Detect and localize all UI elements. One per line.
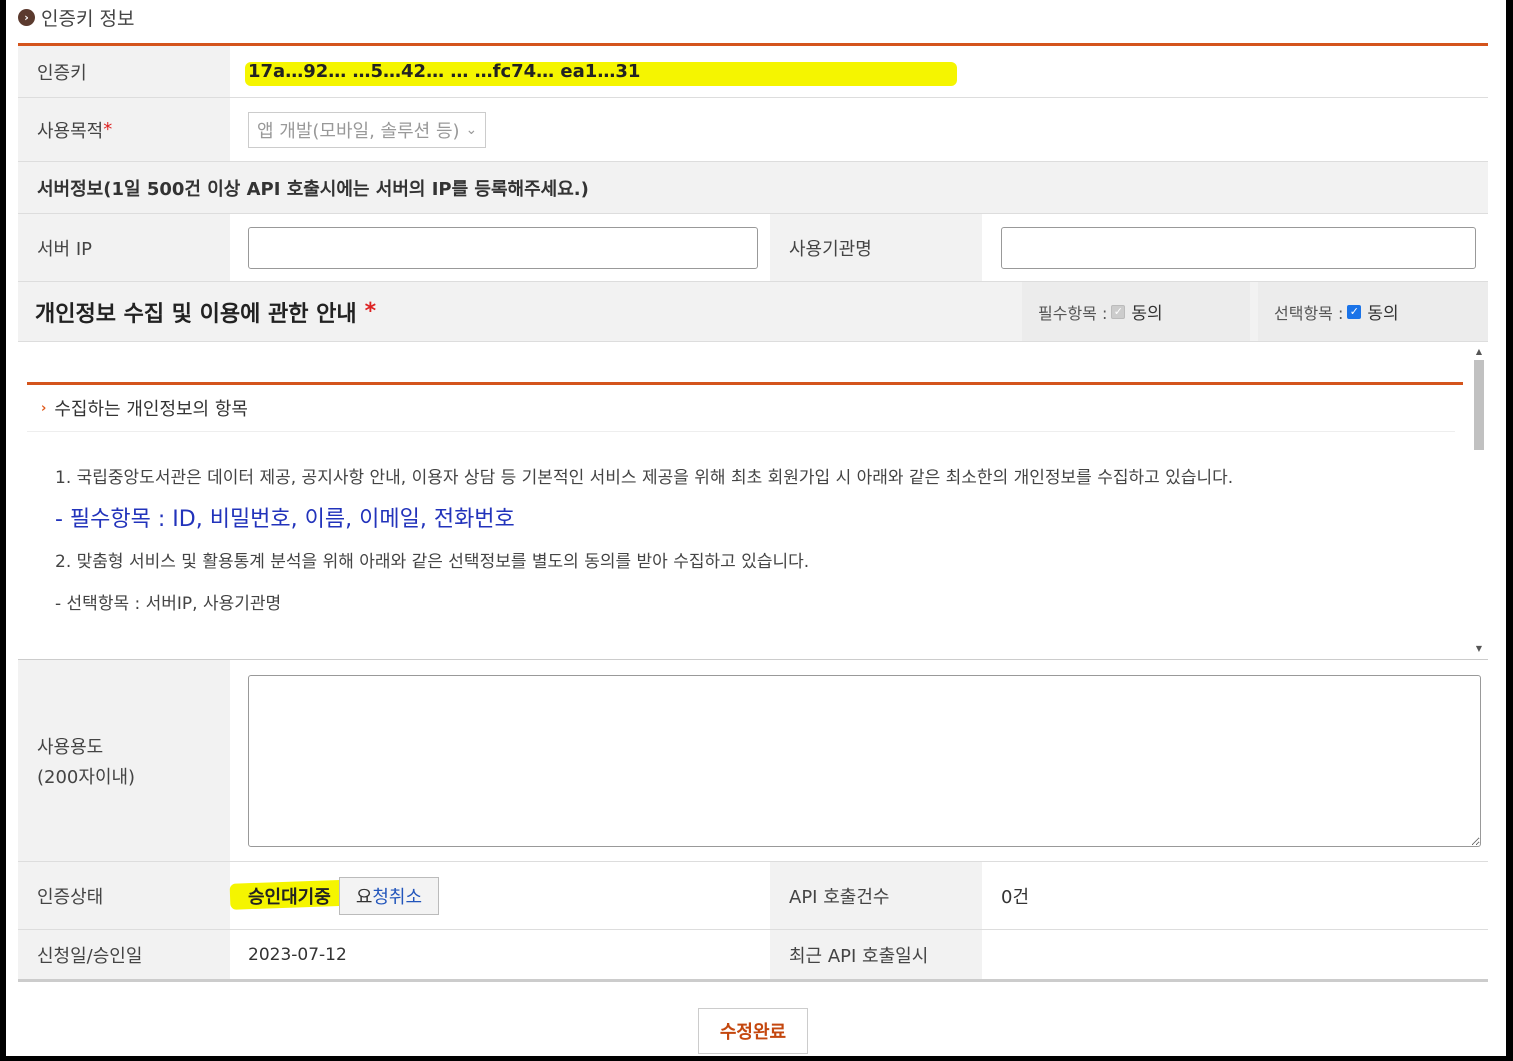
- usage-label-line1: 사용용도: [37, 736, 104, 758]
- required-agree-word: 동의: [1131, 304, 1163, 324]
- optional-agree-word: 동의: [1367, 304, 1399, 324]
- scroll-up-icon[interactable]: ▲: [1472, 346, 1486, 358]
- usage-row: 사용용도 (200자이내): [18, 660, 1488, 862]
- section-title: 인증키 정보: [41, 7, 135, 30]
- server-ip-row: 서버 IP 사용기관명: [18, 214, 1488, 282]
- scrollbar-thumb[interactable]: [1474, 360, 1484, 450]
- usage-label-line2: (200자이내): [37, 766, 136, 788]
- org-name-input[interactable]: [1001, 226, 1476, 269]
- api-count-label: API 호출건수: [770, 862, 982, 929]
- optional-agree-label: 선택항목 :: [1274, 303, 1344, 323]
- save-button[interactable]: 수정완료: [698, 1008, 808, 1054]
- auth-key-row: 인증키 17a…92… …5…42… … …fc74… ea1…31: [18, 46, 1488, 98]
- optional-agree-checkbox[interactable]: ✓: [1347, 304, 1362, 319]
- usage-label: 사용용도 (200자이내): [18, 660, 230, 861]
- privacy-content-box[interactable]: › 수집하는 개인정보의 항목 1. 국립중앙도서관은 데이터 제공, 공지사항…: [18, 342, 1488, 660]
- privacy-title: 개인정보 수집 및 이용에 관한 안내 *: [35, 282, 376, 341]
- org-name-label: 사용기관명: [770, 214, 982, 281]
- status-row: 인증상태 승인대기중 요 청취소 API 호출건수 0건: [18, 862, 1488, 930]
- optional-agree-group: 선택항목 : ✓ 동의: [1258, 282, 1488, 341]
- section-heading: › 인증키 정보: [18, 0, 134, 34]
- cancel-label-rest: 청취소: [372, 886, 423, 908]
- server-info-heading: 서버정보(1일 500건 이상 API 호출시에는 서버의 IP를 등록해주세요…: [37, 178, 589, 200]
- arrow-right-icon: ›: [41, 400, 47, 416]
- auth-key-value: 17a…92… …5…42… … …fc74… ea1…31: [248, 61, 641, 82]
- privacy-title-text: 개인정보 수집 및 이용에 관한 안내: [35, 301, 357, 327]
- purpose-selected-value: 앱 개발(모바일, 솔루션 등): [257, 120, 460, 142]
- privacy-line-required: - 필수항목 : ID, 비밀번호, 이름, 이메일, 전화번호: [55, 507, 515, 532]
- status-value: 승인대기중: [248, 886, 331, 908]
- recent-call-label: 최근 API 호출일시: [770, 930, 982, 979]
- privacy-subheading-text: 수집하는 개인정보의 항목: [54, 399, 248, 420]
- auth-key-form: 인증키 17a…92… …5…42… … …fc74… ea1…31 사용목적 *…: [18, 43, 1488, 982]
- privacy-line: 2. 맞춤형 서비스 및 활용통계 분석을 위해 아래와 같은 선택정보를 별도…: [55, 552, 810, 572]
- purpose-select[interactable]: 앱 개발(모바일, 솔루션 등) ⌄: [248, 111, 487, 148]
- scroll-down-icon[interactable]: ▼: [1472, 643, 1486, 655]
- required-agree-group: 필수항목 : ✓ 동의: [1022, 282, 1250, 341]
- divider: [27, 431, 1455, 432]
- privacy-line: - 선택항목 : 서버IP, 사용기관명: [55, 594, 282, 614]
- chevron-right-icon: ›: [18, 8, 35, 26]
- dates-row: 신청일/승인일 2023-07-12 최근 API 호출일시: [18, 930, 1488, 982]
- cancel-label-first: 요: [355, 886, 373, 908]
- privacy-subheading: › 수집하는 개인정보의 항목: [41, 385, 248, 431]
- required-agree-label: 필수항목 :: [1038, 303, 1108, 323]
- chevron-down-icon: ⌄: [465, 121, 478, 138]
- page: › 인증키 정보 인증키 17a…92… …5…42… … …fc74… ea1…: [6, 0, 1506, 1056]
- cancel-request-button[interactable]: 요 청취소: [338, 876, 440, 915]
- usage-textarea[interactable]: [248, 674, 1481, 847]
- api-count-value: 0건: [1001, 886, 1030, 908]
- privacy-line: 1. 국립중앙도서관은 데이터 제공, 공지사항 안내, 이용자 상담 등 기본…: [55, 468, 1234, 488]
- dates-value: 2023-07-12: [248, 944, 347, 965]
- privacy-heading-row: 개인정보 수집 및 이용에 관한 안내 * 필수항목 : ✓ 동의 선택항목 : …: [18, 282, 1488, 342]
- dates-label: 신청일/승인일: [18, 930, 230, 979]
- purpose-label-text: 사용목적: [37, 120, 104, 142]
- privacy-content: › 수집하는 개인정보의 항목 1. 국립중앙도서관은 데이터 제공, 공지사항…: [27, 382, 1463, 614]
- server-info-heading-row: 서버정보(1일 500건 이상 API 호출시에는 서버의 IP를 등록해주세요…: [18, 162, 1488, 214]
- purpose-row: 사용목적 * 앱 개발(모바일, 솔루션 등) ⌄: [18, 98, 1488, 162]
- server-ip-label: 서버 IP: [18, 214, 230, 281]
- server-ip-input[interactable]: [248, 226, 758, 269]
- required-mark: *: [103, 119, 113, 140]
- auth-key-label: 인증키: [18, 46, 230, 97]
- status-label: 인증상태: [18, 862, 230, 929]
- required-mark: *: [364, 299, 377, 324]
- scrollbar[interactable]: ▲ ▼: [1472, 346, 1486, 655]
- required-agree-checkbox[interactable]: ✓: [1111, 304, 1126, 319]
- purpose-label: 사용목적 *: [18, 98, 230, 161]
